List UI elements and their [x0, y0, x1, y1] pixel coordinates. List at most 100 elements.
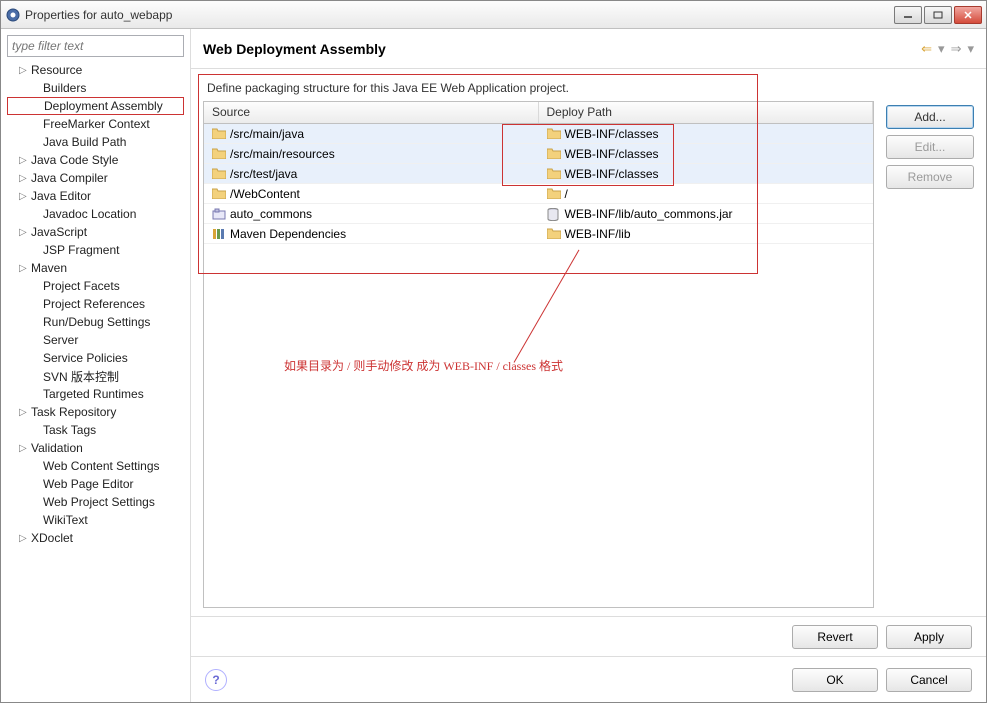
expand-icon: ▷	[19, 533, 31, 544]
cell-source: /src/test/java	[204, 167, 539, 181]
tree-item-java-build-path[interactable]: Java Build Path	[7, 133, 184, 151]
tree-item-label: Deployment Assembly	[44, 99, 163, 113]
tree-item-validation[interactable]: ▷Validation	[7, 439, 184, 457]
table-row[interactable]: /src/main/javaWEB-INF/classes	[204, 124, 873, 144]
col-source[interactable]: Source	[204, 102, 539, 123]
tree-item-task-tags[interactable]: Task Tags	[7, 421, 184, 439]
cell-deploy: /	[539, 187, 874, 201]
tree-item-label: Builders	[43, 81, 86, 95]
cell-source: /WebContent	[204, 187, 539, 201]
tree-item-label: Web Content Settings	[43, 459, 160, 473]
assembly-table[interactable]: Source Deploy Path /src/main/javaWEB-INF…	[203, 101, 874, 608]
filter-input[interactable]	[7, 35, 184, 57]
cell-deploy: WEB-INF/classes	[539, 147, 874, 161]
action-buttons: Add... Edit... Remove	[886, 79, 974, 608]
tree-item-java-editor[interactable]: ▷Java Editor	[7, 187, 184, 205]
tree-item-xdoclet[interactable]: ▷XDoclet	[7, 529, 184, 547]
expand-icon: ▷	[19, 407, 31, 418]
cell-source: /src/main/resources	[204, 147, 539, 161]
tree-item-label: JavaScript	[31, 225, 87, 239]
col-deploy[interactable]: Deploy Path	[539, 102, 874, 123]
ok-button[interactable]: OK	[792, 668, 878, 692]
minimize-button[interactable]	[894, 6, 922, 24]
tree-item-java-compiler[interactable]: ▷Java Compiler	[7, 169, 184, 187]
window-buttons	[894, 6, 982, 24]
page-title: Web Deployment Assembly	[203, 41, 921, 57]
tree-item-label: Task Tags	[43, 423, 96, 437]
tree-item-java-code-style[interactable]: ▷Java Code Style	[7, 151, 184, 169]
expand-icon: ▷	[19, 173, 31, 184]
tree-item-label: Web Page Editor	[43, 477, 134, 491]
revert-button[interactable]: Revert	[792, 625, 878, 649]
remove-button[interactable]: Remove	[886, 165, 974, 189]
tree-item-javadoc-location[interactable]: Javadoc Location	[7, 205, 184, 223]
tree-item-freemarker-context[interactable]: FreeMarker Context	[7, 115, 184, 133]
title-bar: Properties for auto_webapp	[1, 1, 986, 29]
tree-item-server[interactable]: Server	[7, 331, 184, 349]
tree-item-web-project-settings[interactable]: Web Project Settings	[7, 493, 184, 511]
folder-icon	[547, 168, 561, 180]
folder-icon	[547, 228, 561, 240]
tree-item-builders[interactable]: Builders	[7, 79, 184, 97]
tree-item-deployment-assembly[interactable]: Deployment Assembly	[7, 97, 184, 115]
tree-item-javascript[interactable]: ▷JavaScript	[7, 223, 184, 241]
forward-icon[interactable]: ⇒	[951, 41, 962, 57]
tree-item-run-debug-settings[interactable]: Run/Debug Settings	[7, 313, 184, 331]
annotation-arrow	[514, 250, 580, 363]
close-button[interactable]	[954, 6, 982, 24]
tree-item-service-policies[interactable]: Service Policies	[7, 349, 184, 367]
table-row[interactable]: /src/main/resources WEB-INF/classes	[204, 144, 873, 164]
apply-button[interactable]: Apply	[886, 625, 972, 649]
tree-item-task-repository[interactable]: ▷Task Repository	[7, 403, 184, 421]
tree-item-label: XDoclet	[31, 531, 73, 545]
tree-item-label: Java Code Style	[31, 153, 118, 167]
cell-source: Maven Dependencies	[204, 227, 539, 241]
expand-icon: ▷	[19, 191, 31, 202]
tree-item-wikitext[interactable]: WikiText	[7, 511, 184, 529]
tree-item-web-content-settings[interactable]: Web Content Settings	[7, 457, 184, 475]
expand-icon: ▷	[19, 155, 31, 166]
tree-item-project-references[interactable]: Project References	[7, 295, 184, 313]
table-row[interactable]: /src/test/javaWEB-INF/classes	[204, 164, 873, 184]
add-button[interactable]: Add...	[886, 105, 974, 129]
tree-item-targeted-runtimes[interactable]: Targeted Runtimes	[7, 385, 184, 403]
table-row[interactable]: auto_commonsWEB-INF/lib/auto_commons.jar	[204, 204, 873, 224]
source-text: /src/test/java	[230, 167, 297, 181]
cancel-button[interactable]: Cancel	[886, 668, 972, 692]
tree-item-label: Run/Debug Settings	[43, 315, 150, 329]
maximize-button[interactable]	[924, 6, 952, 24]
tree-item-resource[interactable]: ▷Resource	[7, 61, 184, 79]
edit-button[interactable]: Edit...	[886, 135, 974, 159]
tree-item-web-page-editor[interactable]: Web Page Editor	[7, 475, 184, 493]
table-row[interactable]: /WebContent /	[204, 184, 873, 204]
expand-icon: ▷	[19, 65, 31, 76]
back-icon[interactable]: ⇐	[921, 41, 932, 57]
deploy-text: WEB-INF/lib/auto_commons.jar	[565, 207, 733, 221]
footer-apply-row: Revert Apply	[191, 616, 986, 656]
project-icon	[212, 208, 226, 220]
tree-item-project-facets[interactable]: Project Facets	[7, 277, 184, 295]
source-text: Maven Dependencies	[230, 227, 346, 241]
deploy-text: WEB-INF/classes	[565, 147, 659, 161]
source-text: /src/main/java	[230, 127, 304, 141]
tree-item-label: Resource	[31, 63, 82, 77]
source-text: /src/main/resources	[230, 147, 335, 161]
tree-item-label: Java Compiler	[31, 171, 108, 185]
folder-icon	[547, 188, 561, 200]
category-tree[interactable]: ▷ResourceBuildersDeployment AssemblyFree…	[7, 61, 184, 696]
forward-menu-icon[interactable]: ▾	[967, 41, 974, 57]
tree-item-label: FreeMarker Context	[43, 117, 150, 131]
tree-item-svn-[interactable]: SVN 版本控制	[7, 367, 184, 385]
library-icon	[212, 228, 226, 240]
page-description: Define packaging structure for this Java…	[203, 79, 874, 97]
tree-item-maven[interactable]: ▷Maven	[7, 259, 184, 277]
app-icon	[5, 7, 21, 23]
help-icon[interactable]: ?	[205, 669, 227, 691]
tree-item-label: Maven	[31, 261, 67, 275]
back-menu-icon[interactable]: ▾	[938, 41, 945, 57]
cell-deploy: WEB-INF/lib	[539, 227, 874, 241]
table-row[interactable]: Maven Dependencies WEB-INF/lib	[204, 224, 873, 244]
deploy-text: /	[565, 187, 568, 201]
tree-item-label: JSP Fragment	[43, 243, 119, 257]
tree-item-jsp-fragment[interactable]: JSP Fragment	[7, 241, 184, 259]
